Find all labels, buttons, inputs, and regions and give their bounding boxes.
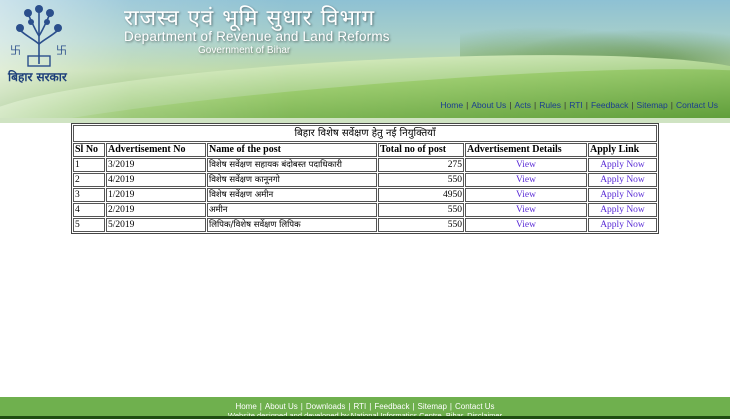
header-name-of-post: Name of the post bbox=[207, 143, 377, 157]
header-advertisement-details: Advertisement Details bbox=[465, 143, 587, 157]
nav-about-us[interactable]: About Us bbox=[471, 100, 506, 110]
apply-now-link[interactable]: Apply Now bbox=[600, 220, 645, 230]
nav-acts[interactable]: Acts bbox=[515, 100, 532, 110]
table-caption: बिहार विशेष सर्वेक्षण हेतु नई नियुक्तिया… bbox=[73, 125, 657, 142]
row-sl-no: 5 bbox=[73, 218, 105, 232]
svg-text:卐: 卐 bbox=[10, 44, 21, 57]
apply-now-link[interactable]: Apply Now bbox=[600, 190, 645, 200]
row-post-name: विशेष सर्वेक्षण सहायक बंदोबस्त पदाधिकारी bbox=[207, 158, 377, 172]
apply-now-link[interactable]: Apply Now bbox=[600, 160, 645, 170]
footer-nav-home[interactable]: Home bbox=[235, 402, 256, 411]
footer: Home | About Us | Downloads | RTI | Feedback | Sit… bbox=[0, 397, 730, 420]
table-header-row: Sl No Advertisement No Name of the post … bbox=[73, 143, 657, 157]
nav-rules[interactable]: Rules bbox=[539, 100, 561, 110]
nav-feedback[interactable]: Feedback bbox=[591, 100, 628, 110]
nav-home[interactable]: Home bbox=[440, 100, 463, 110]
row-sl-no: 1 bbox=[73, 158, 105, 172]
row-post-name: अमीन bbox=[207, 203, 377, 217]
row-advertisement-no: 5/2019 bbox=[106, 218, 206, 232]
government-subtitle: Government of Bihar bbox=[198, 45, 291, 56]
footer-nav-downloads[interactable]: Downloads bbox=[306, 402, 346, 411]
header-apply-link: Apply Link bbox=[588, 143, 657, 157]
header-sl-no: Sl No bbox=[73, 143, 105, 157]
recruitment-table: बिहार विशेष सर्वेक्षण हेतु नई नियुक्तिया… bbox=[71, 123, 659, 234]
row-sl-no: 4 bbox=[73, 203, 105, 217]
table-row: 5 5/2019 लिपिक/विशेष सर्वेक्षण लिपिक 550… bbox=[73, 218, 657, 232]
apply-now-link[interactable]: Apply Now bbox=[600, 205, 645, 215]
row-total-posts: 550 bbox=[378, 203, 464, 217]
footer-nav-sitemap[interactable]: Sitemap bbox=[418, 402, 447, 411]
nav-sitemap[interactable]: Sitemap bbox=[637, 100, 668, 110]
row-sl-no: 2 bbox=[73, 173, 105, 187]
row-advertisement-no: 1/2019 bbox=[106, 188, 206, 202]
row-total-posts: 550 bbox=[378, 218, 464, 232]
department-title-hindi: राजस्व एवं भूमि सुधार विभाग bbox=[124, 6, 376, 31]
table-row: 1 3/2019 विशेष सर्वेक्षण सहायक बंदोबस्त … bbox=[73, 158, 657, 172]
nav-contact-us[interactable]: Contact Us bbox=[676, 100, 718, 110]
table-row: 3 1/2019 विशेष सर्वेक्षण अमीन 4950 View … bbox=[73, 188, 657, 202]
footer-nav-feedback[interactable]: Feedback bbox=[374, 402, 409, 411]
header-total-posts: Total no of post bbox=[378, 143, 464, 157]
footer-navigation: Home | About Us | Downloads | RTI | Feedback | Sit… bbox=[235, 402, 495, 411]
table-row: 4 2/2019 अमीन 550 View Apply Now bbox=[73, 203, 657, 217]
top-navigation: Home | About Us | Acts | Rules | RTI | Feedback | Si… bbox=[440, 100, 718, 110]
state-name: बिहार सरकार bbox=[8, 70, 67, 84]
footer-nav-about-us[interactable]: About Us bbox=[265, 402, 298, 411]
row-post-name: विशेष सर्वेक्षण अमीन bbox=[207, 188, 377, 202]
row-advertisement-no: 4/2019 bbox=[106, 173, 206, 187]
bodhi-tree-emblem-icon: 卐 卐 bbox=[10, 5, 67, 67]
apply-now-link[interactable]: Apply Now bbox=[600, 175, 645, 185]
view-details-link[interactable]: View bbox=[516, 220, 536, 230]
row-advertisement-no: 2/2019 bbox=[106, 203, 206, 217]
table-row: 2 4/2019 विशेष सर्वेक्षण कानूनगो 550 Vie… bbox=[73, 173, 657, 187]
svg-text:卐: 卐 bbox=[56, 44, 67, 57]
row-advertisement-no: 3/2019 bbox=[106, 158, 206, 172]
view-details-link[interactable]: View bbox=[516, 205, 536, 215]
row-total-posts: 4950 bbox=[378, 188, 464, 202]
view-details-link[interactable]: View bbox=[516, 160, 536, 170]
footer-nav-rti[interactable]: RTI bbox=[354, 402, 367, 411]
header-banner: 卐 卐 बिहार सरकार राजस्व एवं भूमि सुधार वि… bbox=[0, 0, 730, 118]
nav-rti[interactable]: RTI bbox=[569, 100, 583, 110]
row-post-name: विशेष सर्वेक्षण कानूनगो bbox=[207, 173, 377, 187]
row-total-posts: 275 bbox=[378, 158, 464, 172]
department-title-english: Department of Revenue and Land Reforms bbox=[124, 29, 390, 44]
view-details-link[interactable]: View bbox=[516, 175, 536, 185]
row-post-name: लिपिक/विशेष सर्वेक्षण लिपिक bbox=[207, 218, 377, 232]
view-details-link[interactable]: View bbox=[516, 190, 536, 200]
footer-nav-contact-us[interactable]: Contact Us bbox=[455, 402, 495, 411]
header-advertisement-no: Advertisement No bbox=[106, 143, 206, 157]
row-sl-no: 3 bbox=[73, 188, 105, 202]
recruitment-table-container: बिहार विशेष सर्वेक्षण हेतु नई नियुक्तिया… bbox=[71, 123, 659, 234]
row-total-posts: 550 bbox=[378, 173, 464, 187]
